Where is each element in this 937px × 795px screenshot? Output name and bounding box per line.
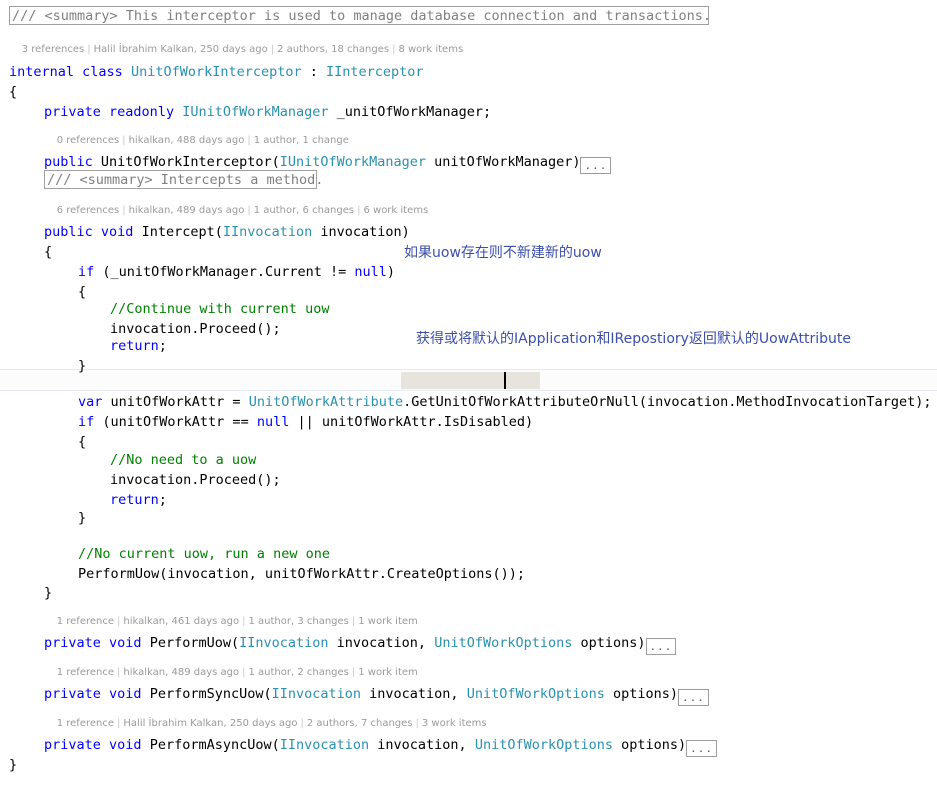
brace-close: } [9,757,18,773]
keyword-private: private [44,104,101,120]
code-line-intercept-open-brace[interactable]: { [0,222,937,260]
code-line-var-unitofworkattr[interactable]: var unitOfWorkAttr = UnitOfWorkAttribute… [0,372,937,410]
keyword-private: private [44,686,101,702]
code-line-if-attr-null[interactable]: if (unitOfWorkAttr == null || unitOfWork… [0,392,937,430]
code-line-performasyncuow-signature[interactable]: private void PerformAsyncUow(IInvocation… [0,715,937,757]
method-name: PerformUow( [149,635,240,651]
code-line-performsyncuow-signature[interactable]: private void PerformSyncUow(IInvocation … [0,664,937,706]
parameter-type-1: IInvocation [271,686,362,702]
code-line-class-close-brace[interactable]: } [0,735,937,773]
code-line-class-declaration[interactable]: internal class UnitOfWorkInterceptor : I… [0,42,937,80]
keyword-void: void [109,686,142,702]
collapsed-body-box[interactable]: ... [678,689,709,706]
parameter-separator: invocation, [328,635,435,651]
annotation-default-uow-attribute: 获得或将默认的IApplication和IRepostiory返回默认的UowA… [416,331,852,347]
keyword-public: public [44,154,93,170]
code-line-if-attr-open-brace[interactable]: { [0,412,937,450]
keyword-readonly: readonly [109,104,175,120]
keyword-void: void [109,635,142,651]
xml-doc-summary-box-class[interactable]: /// <summary> This interceptor is used t… [9,6,711,25]
codelens-class[interactable]: 3 references | Halil İbrahim Kalkan, 250 d… [9,29,463,55]
code-line-performuow-call[interactable]: PerformUow(invocation, unitOfWorkAttr.Cr… [0,544,937,582]
code-line-intercept-signature[interactable]: public void Intercept(IInvocation invoca… [0,202,937,240]
brace-close: } [44,585,53,601]
code-line-proceed-2[interactable]: invocation.Proceed(); [0,450,937,488]
annotation-uow-exists: 如果uow存在则不新建新的uow [404,245,602,261]
parameter-separator: invocation, [361,686,467,702]
code-line-if-attr-close-brace[interactable]: } [0,488,937,526]
parameter-name: options) [604,686,679,702]
collapsed-body-box[interactable]: ... [580,157,612,174]
parameter-type-1: IInvocation [239,635,329,651]
code-line-intercept-close-brace[interactable]: } [0,563,937,601]
parameter-name: unitOfWorkManager) [426,154,581,170]
code-line-field[interactable]: private readonly IUnitOfWorkManager _uni… [0,82,937,120]
collapsed-body-box[interactable]: ... [645,638,677,655]
method-name: PerformSyncUow( [149,686,272,702]
parameter-type: IUnitOfWorkManager [279,154,427,170]
code-line-comment-continue[interactable]: //Continue with current uow [0,279,937,317]
parameter-type-2: UnitOfWorkOptions [466,686,605,702]
field-name: _unitOfWorkManager; [328,104,492,120]
keyword-private: private [44,635,101,651]
parameter-type-2: UnitOfWorkOptions [434,635,573,651]
code-line-return-2[interactable]: return; [0,470,937,508]
code-line-comment-noneed[interactable]: //No need to a uow [0,430,937,468]
code-line-constructor[interactable]: public UnitOfWorkInterceptor(IUnitOfWork… [0,132,937,174]
code-line-performuow-signature[interactable]: private void PerformUow(IInvocation invo… [0,613,937,655]
parameter-name: options) [572,635,646,651]
code-editor[interactable]: /// <summary> This interceptor is used t… [0,0,937,773]
constructor-name: UnitOfWorkInterceptor( [100,154,280,170]
field-type: IUnitOfWorkManager [182,104,329,120]
xml-doc-summary-box-intercept[interactable]: /// <summary> Intercepts a method. [44,170,323,189]
code-line-comment-nocurrent[interactable]: //No current uow, run a new one [0,524,937,562]
code-line-class-open-brace[interactable]: { [0,62,937,100]
